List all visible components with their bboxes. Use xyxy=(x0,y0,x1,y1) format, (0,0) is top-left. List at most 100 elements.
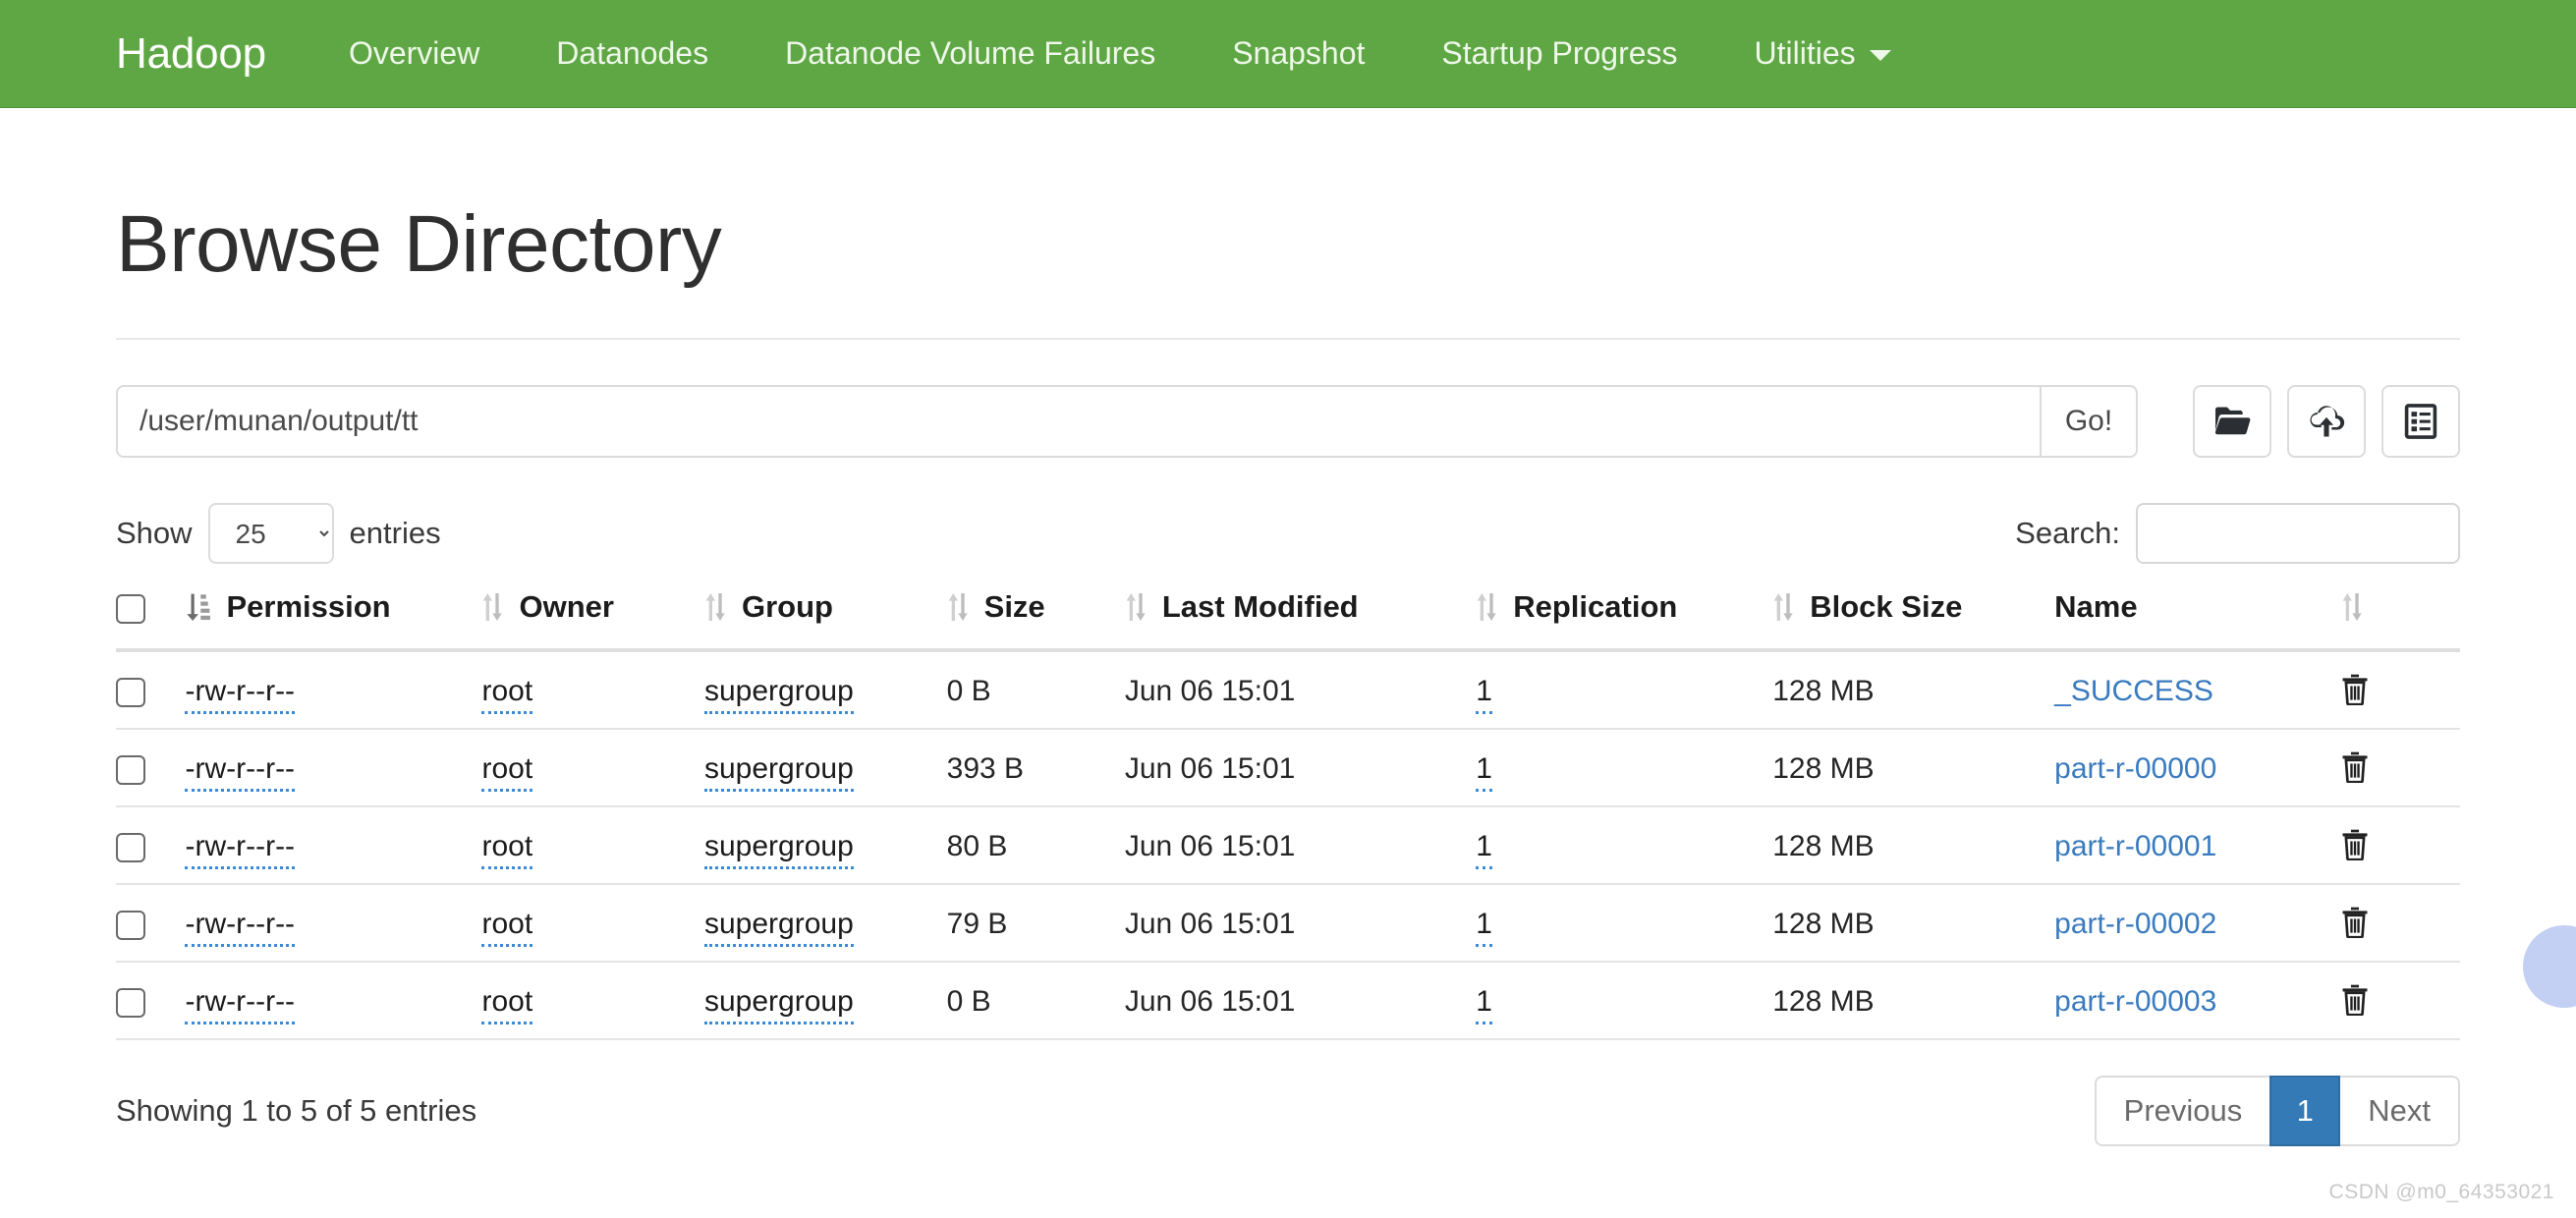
cell-actions xyxy=(2341,962,2460,1039)
cell-name: part-r-00003 xyxy=(2054,962,2341,1039)
cell-block-size: 128 MB xyxy=(1772,806,2054,884)
delete-file-button[interactable] xyxy=(2341,829,2369,863)
replication-value[interactable]: 1 xyxy=(1476,675,1492,714)
column-header-permission[interactable]: Permission xyxy=(185,589,481,650)
table-info: Showing 1 to 5 of 5 entries xyxy=(116,1093,476,1129)
group-value[interactable]: supergroup xyxy=(704,752,854,792)
cell-replication: 1 xyxy=(1476,806,1772,884)
table-row: -rw-r--r-- root supergroup 80 B Jun 06 1… xyxy=(116,806,2460,884)
path-bar-row: Go! xyxy=(116,385,2460,458)
upload-files-button[interactable] xyxy=(2287,385,2366,458)
table-row: -rw-r--r-- root supergroup 0 B Jun 06 15… xyxy=(116,650,2460,729)
file-name-link[interactable]: part-r-00000 xyxy=(2054,752,2216,785)
nav-link-utilities[interactable]: Utilities xyxy=(1755,35,1891,72)
column-header-replication[interactable]: Replication xyxy=(1476,589,1772,650)
row-select-cell xyxy=(116,729,185,806)
table-footer-row: Showing 1 to 5 of 5 entries Previous 1 N… xyxy=(116,1076,2460,1146)
search-label: Search: xyxy=(2015,516,2120,551)
cell-last-modified: Jun 06 15:01 xyxy=(1125,729,1476,806)
table-row: -rw-r--r-- root supergroup 393 B Jun 06 … xyxy=(116,729,2460,806)
owner-value[interactable]: root xyxy=(481,830,532,869)
column-header-block-size[interactable]: Block Size xyxy=(1772,589,2054,650)
permission-value[interactable]: -rw-r--r-- xyxy=(185,985,295,1024)
show-label: Show xyxy=(116,516,193,551)
permission-value[interactable]: -rw-r--r-- xyxy=(185,908,295,947)
row-checkbox[interactable] xyxy=(116,678,145,707)
page-length-select[interactable]: 25 50 100 xyxy=(208,503,334,564)
cell-size: 393 B xyxy=(947,729,1125,806)
go-button[interactable]: Go! xyxy=(2040,385,2138,458)
file-name-link[interactable]: part-r-00003 xyxy=(2054,985,2216,1018)
cell-size: 0 B xyxy=(947,962,1125,1039)
directory-path-input[interactable] xyxy=(116,385,2040,458)
nav-link-datanode-volume-failures[interactable]: Datanode Volume Failures xyxy=(785,35,1155,72)
permission-value[interactable]: -rw-r--r-- xyxy=(185,752,295,792)
replication-value[interactable]: 1 xyxy=(1476,830,1492,869)
row-select-cell xyxy=(116,884,185,962)
file-name-link[interactable]: part-r-00002 xyxy=(2054,908,2216,940)
owner-value[interactable]: root xyxy=(481,985,532,1024)
replication-value[interactable]: 1 xyxy=(1476,752,1492,792)
brand-logo[interactable]: Hadoop xyxy=(116,29,266,79)
permission-value[interactable]: -rw-r--r-- xyxy=(185,830,295,869)
cell-last-modified: Jun 06 15:01 xyxy=(1125,884,1476,962)
owner-value[interactable]: root xyxy=(481,675,532,714)
column-header-group[interactable]: Group xyxy=(704,589,947,650)
column-header-actions[interactable] xyxy=(2341,589,2460,650)
group-value[interactable]: supergroup xyxy=(704,830,854,869)
row-checkbox[interactable] xyxy=(116,988,145,1018)
permission-value[interactable]: -rw-r--r-- xyxy=(185,675,295,714)
create-directory-button[interactable] xyxy=(2193,385,2271,458)
delete-file-button[interactable] xyxy=(2341,984,2369,1019)
owner-value[interactable]: root xyxy=(481,908,532,947)
file-name-link[interactable]: part-r-00001 xyxy=(2054,830,2216,862)
nav-link-datanodes[interactable]: Datanodes xyxy=(556,35,708,72)
group-value[interactable]: supergroup xyxy=(704,985,854,1024)
select-all-checkbox[interactable] xyxy=(116,594,145,624)
group-value[interactable]: supergroup xyxy=(704,908,854,947)
group-value[interactable]: supergroup xyxy=(704,675,854,714)
pagination-page-1-button[interactable]: 1 xyxy=(2269,1076,2340,1146)
file-name-link[interactable]: _SUCCESS xyxy=(2054,675,2213,707)
row-checkbox[interactable] xyxy=(116,833,145,862)
search-input[interactable] xyxy=(2136,503,2460,564)
cell-group: supergroup xyxy=(704,650,947,729)
column-header-owner[interactable]: Owner xyxy=(481,589,704,650)
table-row: -rw-r--r-- root supergroup 0 B Jun 06 15… xyxy=(116,962,2460,1039)
pagination-next-button[interactable]: Next xyxy=(2340,1076,2460,1146)
cell-name: part-r-00001 xyxy=(2054,806,2341,884)
nav-link-overview[interactable]: Overview xyxy=(349,35,479,72)
delete-file-button[interactable] xyxy=(2341,907,2369,941)
cut-paste-button[interactable] xyxy=(2381,385,2460,458)
cell-permission: -rw-r--r-- xyxy=(185,650,481,729)
cell-permission: -rw-r--r-- xyxy=(185,962,481,1039)
column-header-size[interactable]: Size xyxy=(947,589,1125,650)
row-checkbox[interactable] xyxy=(116,911,145,940)
cell-actions xyxy=(2341,884,2460,962)
delete-file-button[interactable] xyxy=(2341,751,2369,786)
cell-owner: root xyxy=(481,729,704,806)
cell-group: supergroup xyxy=(704,806,947,884)
nav-link-startup-progress[interactable]: Startup Progress xyxy=(1441,35,1677,72)
column-header-size-label: Size xyxy=(984,589,1045,625)
column-header-owner-label: Owner xyxy=(519,589,613,625)
trash-icon xyxy=(2341,693,2369,708)
column-header-name[interactable]: Name xyxy=(2054,589,2341,650)
owner-value[interactable]: root xyxy=(481,752,532,792)
search-group: Search: xyxy=(2015,503,2460,564)
column-header-last-modified[interactable]: Last Modified xyxy=(1125,589,1476,650)
cell-block-size: 128 MB xyxy=(1772,884,2054,962)
trash-icon xyxy=(2341,1004,2369,1019)
sort-icon xyxy=(1125,592,1147,622)
nav-link-snapshot[interactable]: Snapshot xyxy=(1232,35,1365,72)
trash-icon xyxy=(2341,771,2369,786)
table-head: Permission Owner xyxy=(116,589,2460,650)
row-checkbox[interactable] xyxy=(116,755,145,785)
delete-file-button[interactable] xyxy=(2341,674,2369,708)
folder-open-icon xyxy=(2213,405,2251,438)
watermark: CSDN @m0_64353021 xyxy=(2329,1181,2554,1204)
replication-value[interactable]: 1 xyxy=(1476,908,1492,947)
sort-icon xyxy=(947,592,969,622)
replication-value[interactable]: 1 xyxy=(1476,985,1492,1024)
pagination-previous-button[interactable]: Previous xyxy=(2095,1076,2270,1146)
